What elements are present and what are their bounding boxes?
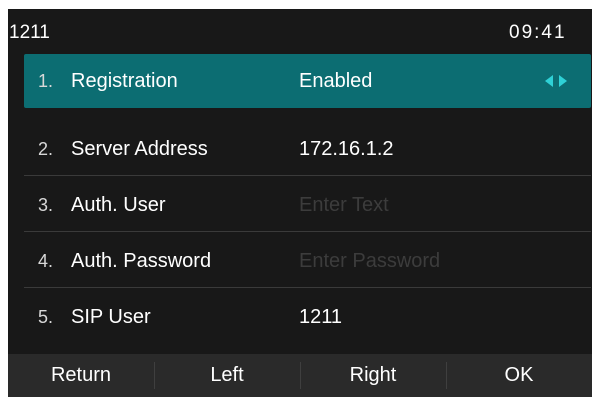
status-bar: 1211 09:41	[8, 9, 592, 54]
row-server-address[interactable]: 2. Server Address 172.16.1.2	[24, 122, 591, 176]
clock: 09:41	[509, 22, 567, 43]
registration-value: Enabled	[299, 70, 373, 92]
row-number: 5.	[38, 307, 54, 327]
row-auth-password[interactable]: 4. Auth. Password Enter Password	[24, 234, 591, 288]
row-label: SIP User	[71, 306, 151, 328]
row-number: 3.	[38, 195, 54, 215]
phone-screen: 1211 09:41 1. Registration Enabled 2. Se…	[8, 9, 592, 397]
auth-password-input[interactable]: Enter Password	[299, 250, 440, 273]
right-button[interactable]: Right	[300, 354, 446, 397]
row-registration[interactable]: 1. Registration Enabled	[24, 54, 591, 108]
auth-user-input[interactable]: Enter Text	[299, 194, 389, 217]
left-button[interactable]: Left	[154, 354, 300, 397]
arrow-right-icon[interactable]	[559, 75, 567, 87]
sip-user-value[interactable]: 1211	[299, 306, 342, 329]
row-label: Server Address	[71, 138, 208, 160]
divider	[24, 231, 591, 232]
row-number: 2.	[38, 139, 54, 159]
server-address-value[interactable]: 172.16.1.2	[299, 138, 394, 161]
account-label: 1211	[9, 22, 50, 43]
row-number: 1.	[38, 71, 54, 91]
return-button[interactable]: Return	[8, 354, 154, 397]
ok-button[interactable]: OK	[446, 354, 592, 397]
softkey-bar: Return Left Right OK	[8, 354, 592, 397]
divider	[24, 175, 591, 176]
row-number: 4.	[38, 251, 54, 271]
divider	[24, 287, 591, 288]
arrow-left-icon[interactable]	[545, 75, 553, 87]
row-label: Registration	[71, 70, 178, 92]
option-arrows[interactable]	[545, 74, 569, 88]
row-auth-user[interactable]: 3. Auth. User Enter Text	[24, 178, 591, 232]
row-label: Auth. Password	[71, 250, 212, 272]
row-label: Auth. User	[71, 194, 166, 216]
row-sip-user[interactable]: 5. SIP User 1211	[24, 290, 591, 344]
